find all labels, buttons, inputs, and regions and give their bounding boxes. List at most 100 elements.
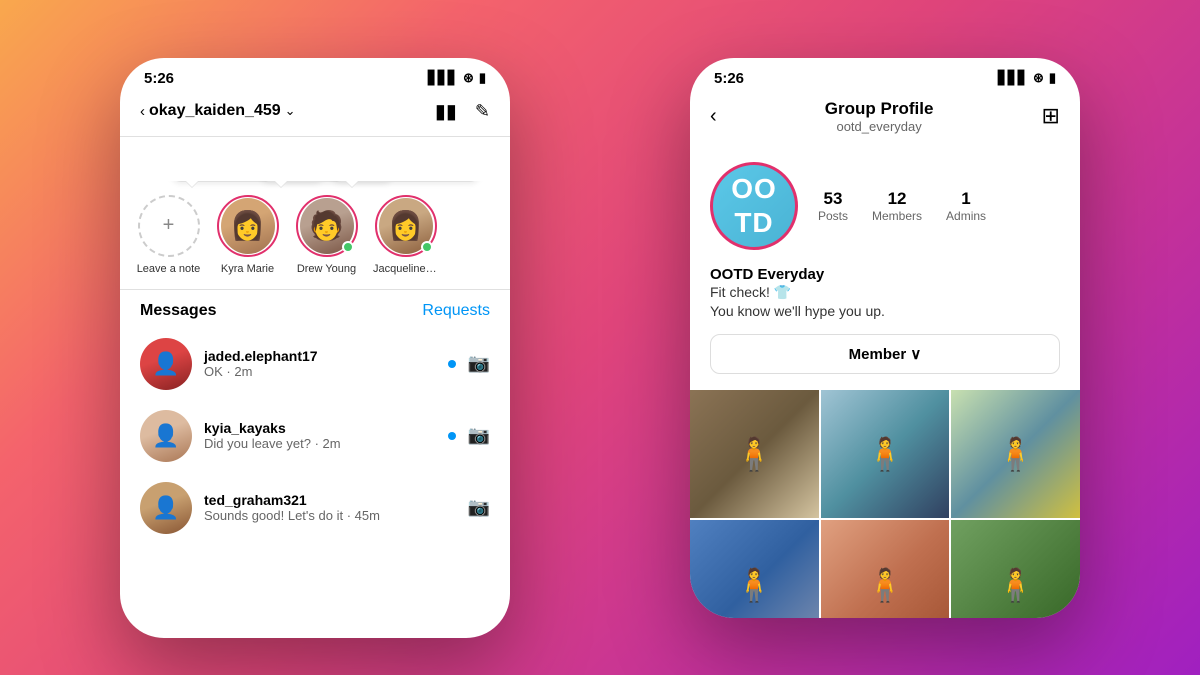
photo-grid: 🧍 🧍 🧍 🧍 🧍 🧍 (690, 390, 1080, 618)
admins-count: 1 (946, 189, 986, 209)
jaded-avatar: 👤 (140, 338, 192, 390)
stat-posts: 53 Posts (818, 189, 848, 223)
drew-avatar-ring: 🧑 (296, 195, 358, 257)
members-count: 12 (872, 189, 922, 209)
jacqueline-online-indicator (421, 241, 433, 253)
message-row-jaded[interactable]: 👤 jaded.elephant17 OK · 2m 📷 (120, 328, 510, 400)
kyia-camera-icon[interactable]: 📷 (468, 425, 490, 446)
kyia-photo: 👤 (140, 410, 192, 462)
add-note-button[interactable]: + (138, 195, 200, 257)
signal-icon: ▋▋▋ (428, 70, 458, 86)
group-profile-section: OOTD 53 Posts 12 Members 1 Admins (690, 146, 1080, 266)
kyra-avatar-ring: 👩 (217, 195, 279, 257)
group-profile-title: Group Profile (825, 99, 934, 119)
messages-header: Messages Requests (120, 290, 510, 328)
edit-icon[interactable]: ✎ (475, 101, 490, 122)
kyra-photo: 👩 (221, 198, 275, 254)
photo-cell-3[interactable]: 🧍 (951, 390, 1080, 519)
video-call-icon[interactable]: ▮▮ (435, 99, 457, 124)
drew-online-indicator (342, 241, 354, 253)
story-drew[interactable]: Finally landing in NYC! ❤️ 🧑 Drew Young (294, 195, 359, 275)
stat-members: 12 Members (872, 189, 922, 223)
ted-content: ted_graham321 Sounds good! Let's do it ·… (204, 492, 456, 523)
jacqueline-avatar-ring: 👩 (375, 195, 437, 257)
message-row-ted[interactable]: 👤 ted_graham321 Sounds good! Let's do it… (120, 472, 510, 544)
left-phone: 5:26 ▋▋▋ ⊛ ▮ ‹ okay_kaiden_459 ⌄ ▮▮ ✎ + … (120, 58, 510, 638)
add-to-group-icon[interactable]: ⊞ (1042, 103, 1060, 129)
group-bio-line2: You know we'll hype you up. (710, 302, 1060, 322)
posts-label: Posts (818, 209, 848, 223)
story-kyra[interactable]: Why is tomorrow Monday!? 🥲 👩 Kyra Marie (215, 195, 280, 275)
chevron-down-icon: ⌄ (285, 103, 296, 119)
stories-section: + Leave a note Why is tomorrow Monday!? … (120, 137, 510, 290)
jacqueline-label: Jacqueline Lam (373, 263, 438, 275)
jaded-preview: OK · 2m (204, 364, 436, 379)
photo-cell-6[interactable]: 🧍 (951, 520, 1080, 617)
jaded-username: jaded.elephant17 (204, 348, 436, 364)
group-bio: OOTD Everyday Fit check! 👕 You know we'l… (690, 266, 1080, 334)
kyra-label: Kyra Marie (221, 263, 274, 275)
back-button-right[interactable]: ‹ (710, 105, 717, 128)
message-row-kyia[interactable]: 👤 kyia_kayaks Did you leave yet? · 2m 📷 (120, 400, 510, 472)
members-label: Members (872, 209, 922, 223)
wifi-icon: ⊛ (463, 70, 474, 86)
wifi-icon-right: ⊛ (1033, 70, 1044, 86)
posts-count: 53 (818, 189, 848, 209)
group-nav: ‹ Group Profile ootd_everyday ⊞ (690, 91, 1080, 146)
leave-note-story[interactable]: + Leave a note (136, 195, 201, 275)
jaded-camera-icon[interactable]: 📷 (468, 353, 490, 374)
kyia-username: kyia_kayaks (204, 420, 436, 436)
ted-preview: Sounds good! Let's do it · 45m (204, 508, 456, 523)
group-name: OOTD Everyday (710, 266, 1060, 283)
messages-label: Messages (140, 302, 217, 320)
photo-4: 🧍 (690, 520, 819, 617)
jaded-unread-dot (448, 360, 456, 368)
group-profile-subtitle: ootd_everyday (825, 119, 934, 134)
kyra-avatar: 👩 (221, 198, 275, 254)
battery-icon: ▮ (479, 70, 486, 86)
nav-username: okay_kaiden_459 (149, 102, 281, 120)
time-right: 5:26 (714, 70, 744, 87)
drew-label: Drew Young (297, 263, 356, 275)
requests-label[interactable]: Requests (422, 302, 490, 320)
ted-camera-icon[interactable]: 📷 (468, 497, 490, 518)
group-nav-center: Group Profile ootd_everyday (825, 99, 934, 134)
photo-cell-5[interactable]: 🧍 (821, 520, 950, 617)
group-bio-line1: Fit check! 👕 (710, 283, 1060, 303)
battery-icon-right: ▮ (1049, 70, 1056, 86)
time-left: 5:26 (144, 70, 174, 87)
member-button[interactable]: Member ∨ (710, 334, 1060, 374)
jaded-content: jaded.elephant17 OK · 2m (204, 348, 436, 379)
group-stats: 53 Posts 12 Members 1 Admins (818, 189, 986, 223)
member-label: Member ∨ (849, 345, 922, 363)
jacqueline-note-bubble: Game night this weekend? 🎱 (330, 181, 482, 182)
photo-1: 🧍 (690, 390, 819, 519)
status-bar-left: 5:26 ▋▋▋ ⊛ ▮ (120, 58, 510, 91)
right-phone: 5:26 ▋▋▋ ⊛ ▮ ‹ Group Profile ootd_everyd… (690, 58, 1080, 618)
signal-icon-right: ▋▋▋ (998, 70, 1028, 86)
back-button[interactable]: ‹ okay_kaiden_459 ⌄ (140, 102, 296, 120)
ted-username: ted_graham321 (204, 492, 456, 508)
photo-cell-2[interactable]: 🧍 (821, 390, 950, 519)
jaded-photo: 👤 (140, 338, 192, 390)
kyia-unread-dot (448, 432, 456, 440)
photo-6: 🧍 (951, 520, 1080, 617)
photo-cell-1[interactable]: 🧍 (690, 390, 819, 519)
nav-icons-left: ▮▮ ✎ (435, 99, 490, 124)
stat-admins: 1 Admins (946, 189, 986, 223)
group-avatar-text: OOTD (731, 172, 777, 239)
kyia-avatar: 👤 (140, 410, 192, 462)
status-icons-left: ▋▋▋ ⊛ ▮ (428, 70, 486, 86)
admins-label: Admins (946, 209, 986, 223)
plus-icon: + (163, 214, 175, 237)
ted-photo: 👤 (140, 482, 192, 534)
kyia-preview: Did you leave yet? · 2m (204, 436, 436, 451)
ted-avatar: 👤 (140, 482, 192, 534)
photo-cell-4[interactable]: 🧍 (690, 520, 819, 617)
back-arrow-icon: ‹ (140, 103, 145, 120)
status-icons-right: ▋▋▋ ⊛ ▮ (998, 70, 1056, 86)
leave-note-label: Leave a note (137, 263, 201, 275)
group-avatar: OOTD (710, 162, 798, 250)
story-jacqueline[interactable]: Game night this weekend? 🎱 👩 Jacqueline … (373, 195, 438, 275)
photo-5: 🧍 (821, 520, 950, 617)
